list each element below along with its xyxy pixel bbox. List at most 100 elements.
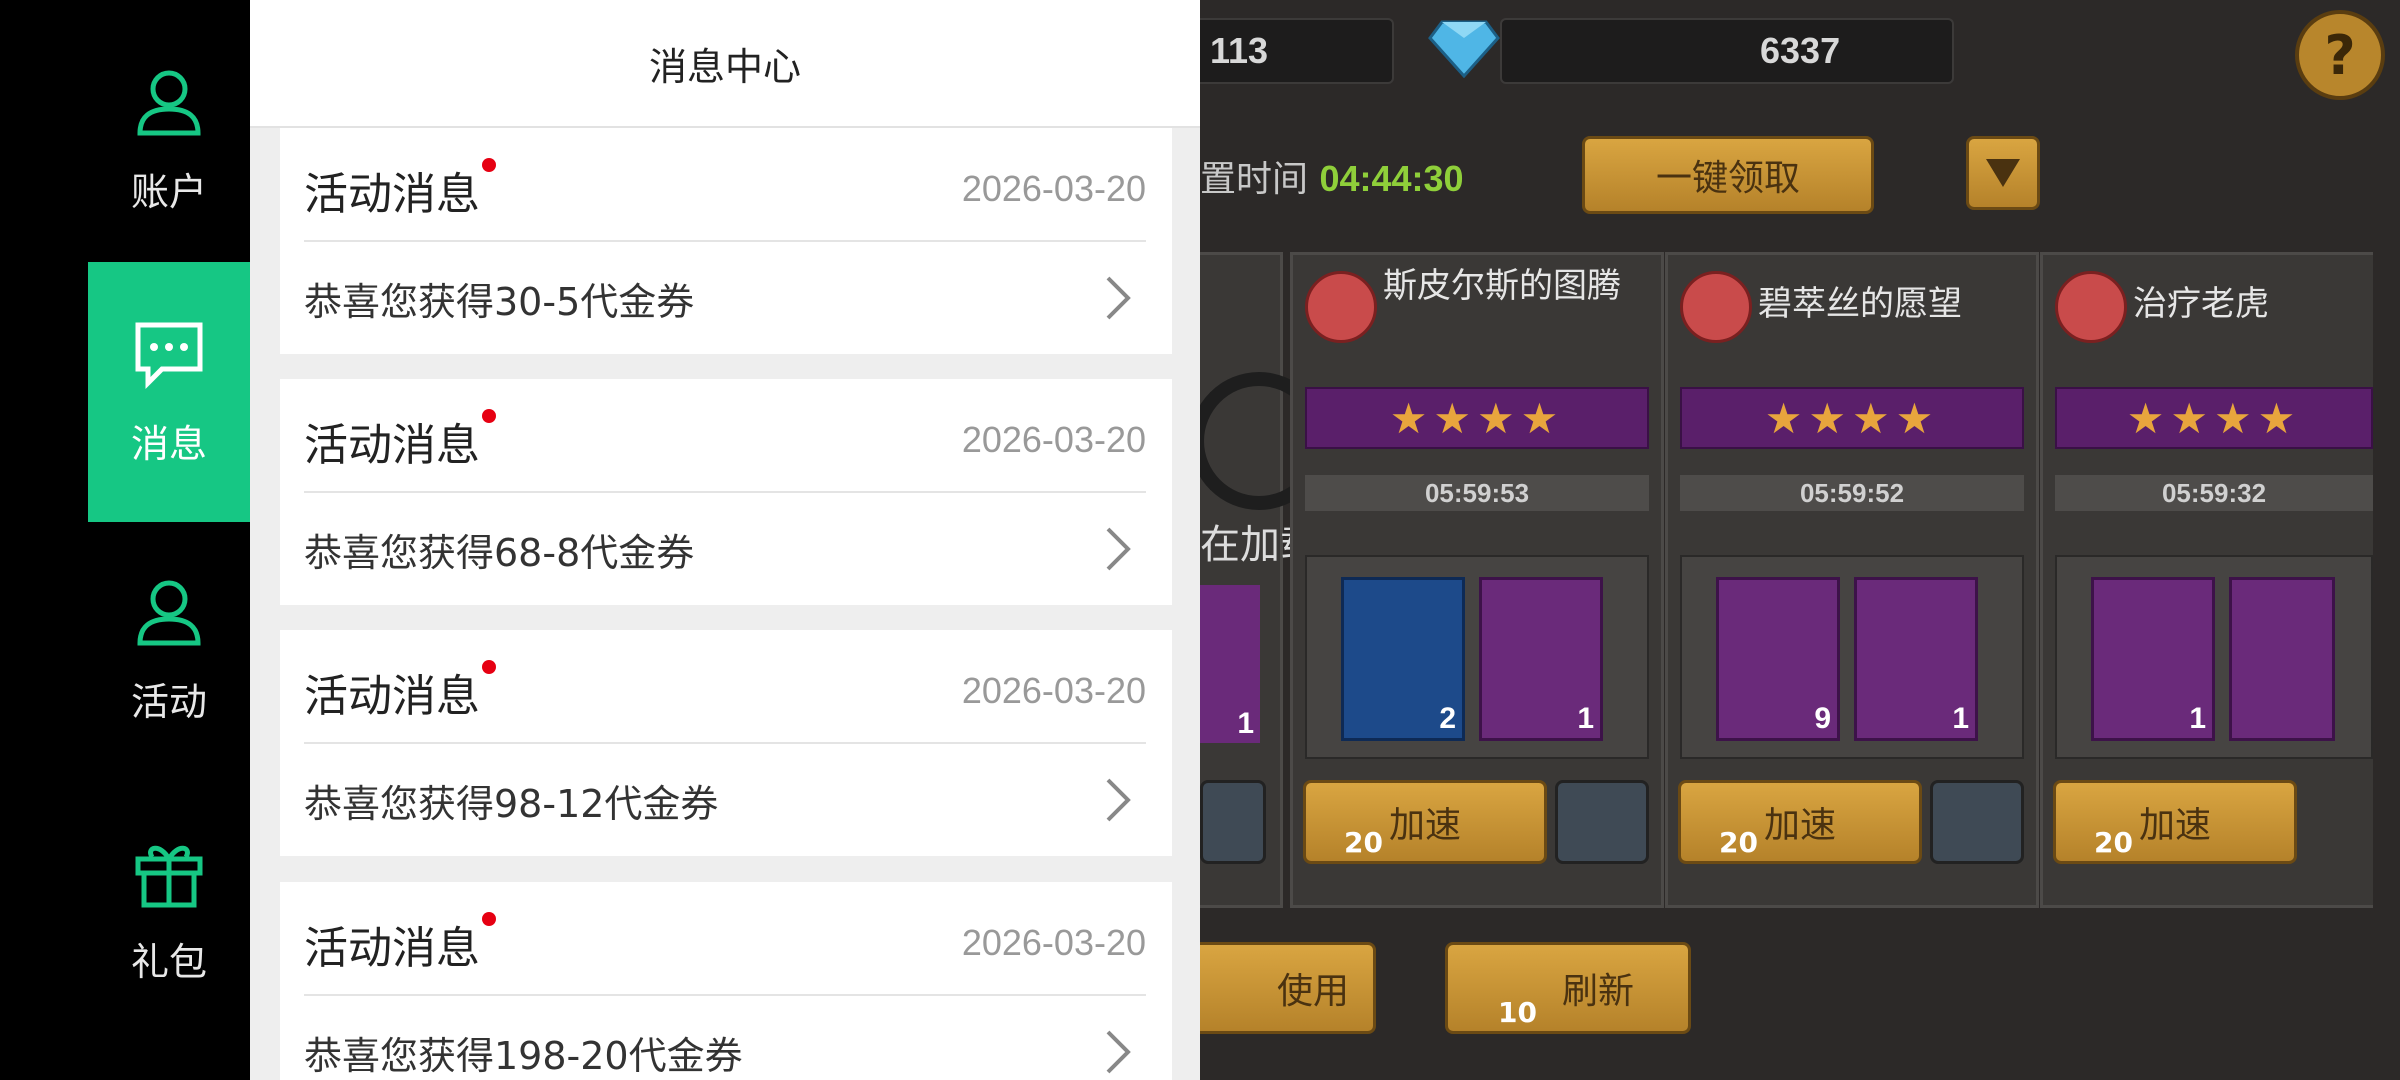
message-date: 2026-03-20 (961, 922, 1146, 963)
triangle-down-icon (1986, 159, 2020, 187)
speed-cost: 20 (1344, 826, 1383, 859)
reward-count: 1 (1577, 702, 1594, 735)
reward-area: 9 1 (1680, 555, 2024, 759)
reset-time: 04:44:30 (1319, 158, 1464, 199)
speed-up-button[interactable]: 加速 20 (1303, 780, 1547, 864)
chevron-right-icon (1106, 527, 1131, 571)
reward-slot: 1 (2091, 577, 2215, 741)
claim-all-button[interactable]: 一键领取 (1582, 136, 1874, 214)
sidebar-item-label: 活动 (130, 679, 207, 724)
message-card[interactable]: 活动消息 2026-03-20 恭喜您获得30-5代金券 (280, 128, 1172, 354)
lock-icon (2055, 271, 2127, 343)
reward-slot: 2 (1341, 577, 1465, 741)
reward-slot: 1 (1200, 585, 1260, 743)
speed-label: 加速 (2138, 805, 2211, 846)
message-text: 恭喜您获得98-12代金券 (304, 781, 719, 826)
speed-cost: 20 (1719, 826, 1758, 859)
star-rating: ★★★★ (1305, 387, 1649, 449)
reset-timer: 置时间 04:44:30 (1200, 150, 1464, 202)
message-date: 2026-03-20 (961, 670, 1146, 711)
speed-label: 加速 (1763, 805, 1836, 846)
message-date: 2026-03-20 (961, 168, 1146, 209)
chevron-right-icon (1106, 1030, 1131, 1074)
message-title: 活动消息 (304, 420, 480, 471)
refresh-cost: 10 (1498, 996, 1537, 1029)
lock-icon (1305, 271, 1377, 343)
message-body[interactable]: 恭喜您获得68-8代金券 (304, 493, 1146, 605)
card-title: 碧萃丝的愿望 (1758, 284, 1962, 324)
user-icon (137, 70, 201, 135)
message-text: 恭喜您获得68-8代金券 (304, 530, 695, 575)
sidebar-item-gift[interactable]: 礼包 (88, 780, 250, 1040)
sidebar-item-activity[interactable]: 活动 (88, 520, 250, 780)
use-label: 使用 (1276, 971, 1349, 1012)
use-button[interactable]: 使用 (1200, 942, 1376, 1034)
card-title: 斯皮尔斯的图腾 (1383, 266, 1621, 306)
sidebar-item-label: 账户 (130, 169, 207, 214)
sidebar: 账户 消息 活动 礼包 (0, 0, 250, 1080)
chevron-right-icon (1106, 276, 1131, 320)
reward-slot: 1 (1479, 577, 1603, 741)
message-title: 活动消息 (304, 671, 480, 722)
reward-area: 2 1 (1305, 555, 1649, 759)
message-body[interactable]: 恭喜您获得198-20代金券 (304, 996, 1146, 1080)
message-card[interactable]: 活动消息 2026-03-20 恭喜您获得98-12代金券 (280, 630, 1172, 856)
card-timer: 05:59:53 (1305, 475, 1649, 511)
message-header: 活动消息 2026-03-20 (304, 630, 1146, 744)
lock-icon (1680, 271, 1752, 343)
reward-area: 1 (2055, 555, 2373, 759)
reward-count: 1 (1952, 702, 1969, 735)
message-card[interactable]: 活动消息 2026-03-20 恭喜您获得68-8代金券 (280, 379, 1172, 605)
unread-dot (482, 158, 496, 172)
message-center-panel: 消息中心 活动消息 2026-03-20 恭喜您获得30-5代金券 活动消息 2… (250, 0, 1200, 1080)
reward-count: 1 (2189, 702, 2206, 735)
dropdown-button[interactable] (1966, 136, 2040, 210)
reward-count: 1 (1237, 707, 1254, 740)
speed-up-button[interactable]: 加速 20 (1678, 780, 1922, 864)
delete-button[interactable] (1200, 780, 1266, 864)
message-body[interactable]: 恭喜您获得30-5代金券 (304, 242, 1146, 354)
reward-slot: 9 (1716, 577, 1840, 741)
card-partial: 1 (1200, 252, 1283, 908)
reward-slot (2229, 577, 2335, 741)
quest-card[interactable]: 斯皮尔斯的图腾 ★★★★ 05:59:53 2 1 加速 20 (1290, 252, 1664, 908)
diamond-icon (1428, 20, 1500, 78)
message-header: 活动消息 2026-03-20 (304, 379, 1146, 493)
star-rating: ★★★★ (2055, 387, 2373, 449)
refresh-button[interactable]: 刷新 10 (1445, 942, 1691, 1034)
chat-icon (135, 322, 203, 389)
sidebar-item-message[interactable]: 消息 (88, 262, 250, 522)
diamond-value: 6337 (1760, 30, 1841, 71)
delete-button[interactable] (1555, 780, 1649, 864)
refresh-label: 刷新 (1561, 971, 1634, 1012)
message-text: 恭喜您获得30-5代金券 (304, 279, 695, 324)
page-title: 消息中心 (250, 0, 1200, 128)
card-timer: 05:59:52 (1680, 475, 2024, 511)
quest-card[interactable]: 治疗老虎 ★★★★ 05:59:32 1 加速 20 (2040, 252, 2373, 908)
user-icon (137, 580, 201, 645)
message-text: 恭喜您获得198-20代金券 (304, 1033, 743, 1078)
sidebar-item-label: 消息 (130, 421, 207, 466)
reset-label: 置时间 (1200, 159, 1309, 200)
reward-count: 9 (1814, 702, 1831, 735)
game-background: 113 6337 ? 置时间 04:44:30 一键领取 1 在加载 斯皮尔斯的… (1200, 0, 2400, 1080)
sidebar-item-account[interactable]: 账户 (88, 10, 250, 270)
message-card[interactable]: 活动消息 2026-03-20 恭喜您获得198-20代金券 (280, 882, 1172, 1080)
reward-count: 2 (1439, 702, 1456, 735)
card-timer: 05:59:32 (2055, 475, 2373, 511)
unread-dot (482, 409, 496, 423)
unread-dot (482, 660, 496, 674)
message-title: 活动消息 (304, 923, 480, 974)
resource-value: 113 (1210, 30, 1269, 71)
message-title: 活动消息 (304, 169, 480, 220)
diamond-counter: 6337 (1500, 18, 1954, 84)
resource-counter: 113 (1200, 18, 1394, 84)
speed-up-button[interactable]: 加速 20 (2053, 780, 2297, 864)
message-body[interactable]: 恭喜您获得98-12代金券 (304, 744, 1146, 856)
help-button[interactable]: ? (2295, 10, 2385, 100)
quest-card[interactable]: 碧萃丝的愿望 ★★★★ 05:59:52 9 1 加速 20 (1665, 252, 2039, 908)
delete-button[interactable] (1930, 780, 2024, 864)
unread-dot (482, 912, 496, 926)
message-header: 活动消息 2026-03-20 (304, 128, 1146, 242)
speed-cost: 20 (2094, 826, 2133, 859)
